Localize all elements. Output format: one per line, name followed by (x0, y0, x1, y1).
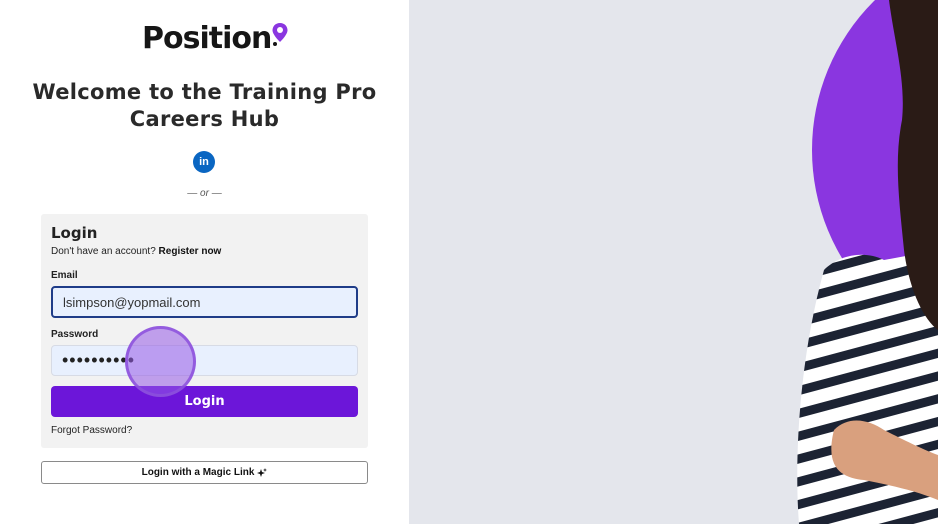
map-pin-icon (272, 23, 288, 46)
login-heading: Login (51, 224, 98, 242)
register-now-link[interactable]: Register now (159, 246, 222, 257)
magic-link-button[interactable]: Login with a Magic Link (41, 461, 368, 484)
login-card: Login Don't have an account? Register no… (41, 214, 368, 448)
hero-photo (797, 0, 938, 524)
magic-link-label: Login with a Magic Link (141, 467, 255, 478)
email-label: Email (51, 270, 78, 281)
logo-text: Position (142, 20, 272, 56)
register-prompt-text: Don't have an account? (51, 246, 156, 257)
linkedin-icon: in (199, 156, 209, 168)
forgot-password-link[interactable]: Forgot Password? (51, 425, 132, 436)
or-divider: — or — (187, 188, 222, 199)
password-label: Password (51, 329, 99, 340)
password-field[interactable] (51, 345, 358, 376)
login-button[interactable]: Login (51, 386, 358, 417)
sparkle-icon (257, 467, 268, 477)
page-title: Welcome to the Training Pro Careers Hub (32, 80, 377, 131)
email-field[interactable] (51, 286, 358, 318)
login-panel: Position Welcome to the Training Pro Car… (0, 0, 409, 524)
hero-panel (409, 0, 938, 524)
register-prompt: Don't have an account? Register now (51, 246, 221, 257)
position-logo: Position (142, 20, 289, 56)
linkedin-login-button[interactable]: in (193, 151, 215, 173)
